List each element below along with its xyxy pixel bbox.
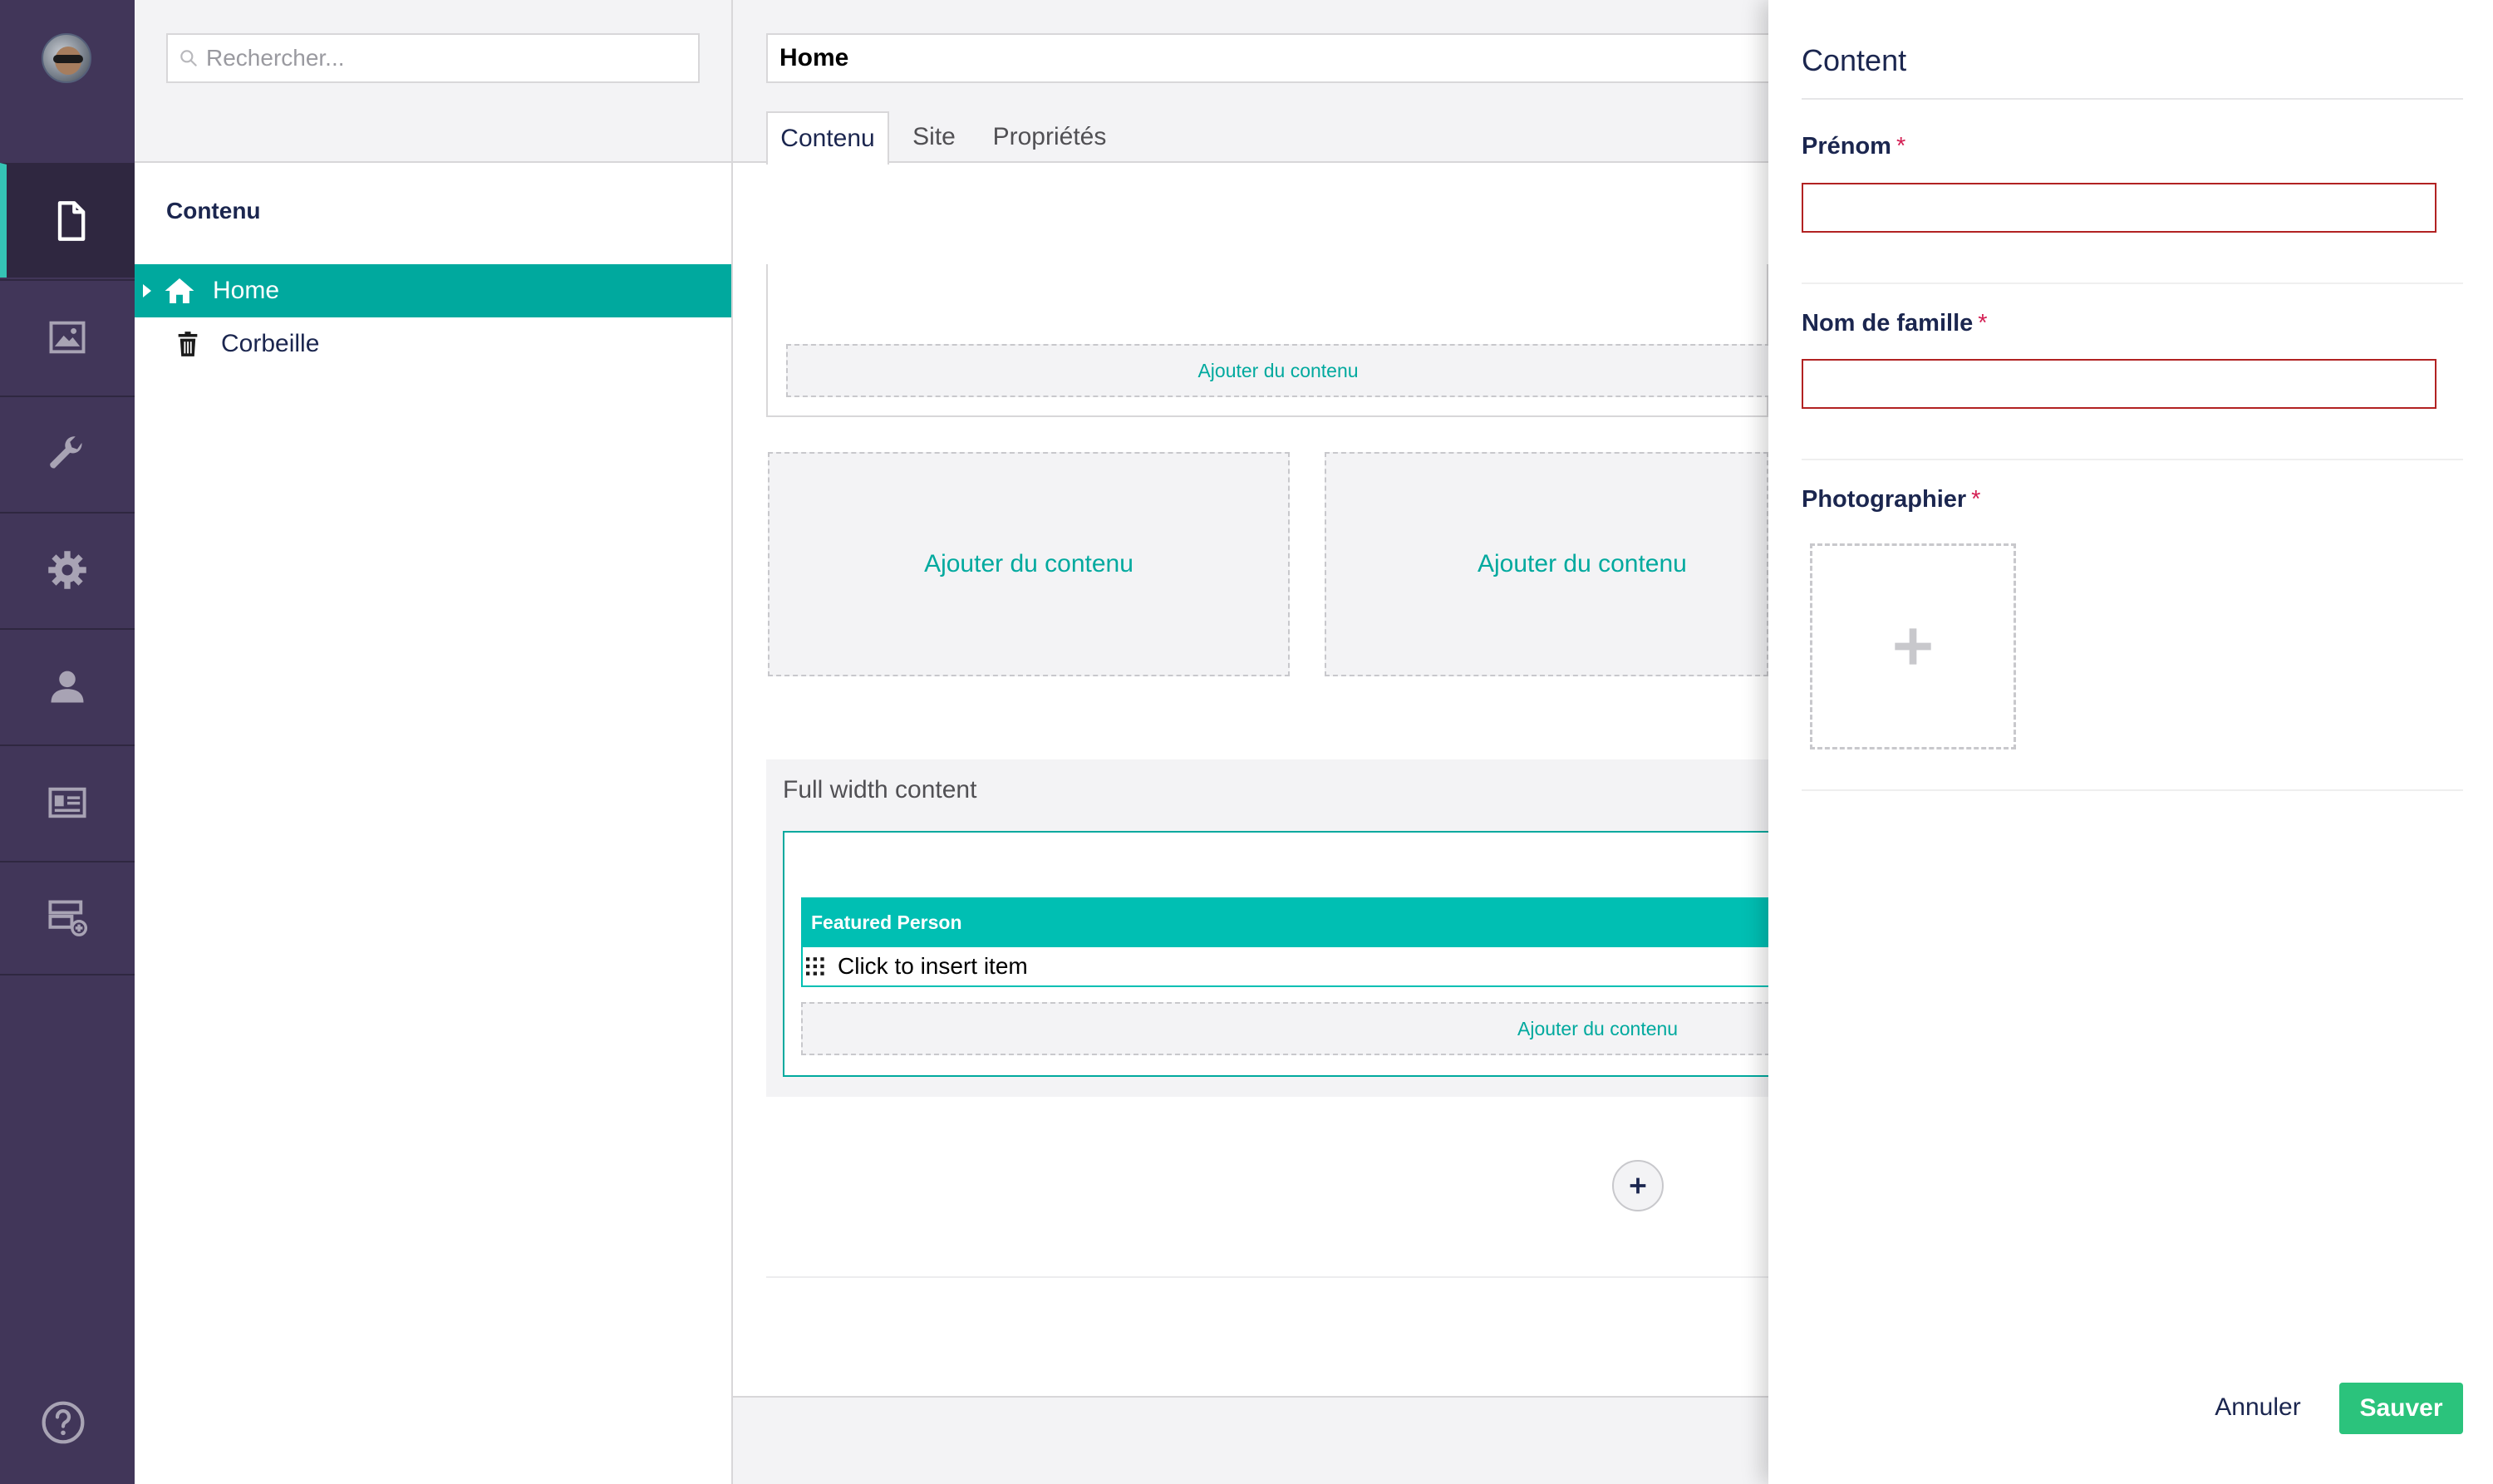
avatar-glasses — [53, 55, 83, 63]
last-name-label: Nom de famille * — [1802, 310, 1988, 337]
tab-content[interactable]: Contenu — [766, 111, 889, 165]
nav-forms-section[interactable] — [0, 861, 135, 975]
tab-properties[interactable]: Propriétés — [979, 111, 1120, 163]
first-name-field[interactable] — [1802, 183, 2436, 233]
field-divider — [1802, 283, 2463, 284]
tab-site[interactable]: Site — [899, 111, 969, 163]
tree-item-recycle-bin[interactable]: Corbeille — [135, 317, 731, 371]
featured-person-header[interactable]: Featured Person — [801, 897, 1770, 947]
insert-item-label: Click to insert item — [838, 953, 1028, 979]
nav-settings-section[interactable] — [0, 396, 135, 510]
nav-members-section[interactable] — [0, 744, 135, 859]
tree-section-title: Contenu — [166, 198, 261, 224]
insert-item-row[interactable]: Click to insert item — [801, 947, 1770, 987]
search-icon — [180, 50, 197, 66]
full-width-section: Full width content Featured Person Click… — [766, 759, 1770, 1097]
gear-icon — [48, 551, 86, 589]
id-card-icon — [48, 787, 86, 818]
image-icon — [49, 321, 86, 354]
tree-search-input[interactable] — [206, 45, 688, 71]
panel-title: Content — [1802, 43, 1907, 77]
add-content-column-right[interactable]: Ajouter du contenu — [1325, 452, 1768, 676]
full-width-section-title: Full width content — [783, 776, 977, 803]
tree-search-box[interactable] — [166, 33, 700, 83]
nav-developer-section[interactable] — [0, 512, 135, 627]
nav-media-section[interactable] — [0, 279, 135, 394]
expand-caret-icon[interactable] — [143, 284, 151, 297]
plus-icon — [1630, 1177, 1646, 1194]
document-name-input[interactable] — [766, 33, 1780, 83]
content-editor: Contenu Site Propriétés Ajouter du conte… — [733, 0, 1780, 1484]
trash-icon — [171, 327, 204, 361]
main-navigation — [0, 0, 135, 1484]
photo-label: Photographier * — [1802, 486, 1981, 513]
add-content-label: Ajouter du contenu — [1478, 550, 1687, 577]
content-edit-panel: Content Prénom * Nom de famille * Photogra… — [1768, 0, 2493, 1484]
required-marker: * — [1896, 133, 1906, 160]
cancel-button[interactable]: Annuler — [2204, 1383, 2312, 1432]
add-content-label: Ajouter du contenu — [1517, 1017, 1679, 1039]
form-add-icon — [48, 900, 88, 936]
required-marker: * — [1978, 310, 1988, 337]
grid-row-block: Ajouter du contenu — [766, 264, 1770, 417]
grid-editor-canvas: Ajouter du contenu Ajouter du contenu Aj… — [766, 264, 1770, 1280]
first-name-label: Prénom * — [1802, 133, 1906, 160]
full-width-block[interactable]: Featured Person Click to insert item Ajo… — [783, 831, 1770, 1077]
media-picker-add-button[interactable] — [1810, 543, 2016, 749]
editor-divider — [766, 1276, 1768, 1278]
plus-icon — [1895, 628, 1931, 665]
add-content-button[interactable]: Ajouter du contenu — [786, 344, 1770, 397]
home-icon — [163, 274, 196, 307]
panel-title-divider — [1802, 98, 2463, 100]
tree-item-label: Home — [213, 277, 280, 304]
editor-footer — [733, 1396, 1768, 1484]
tree-header — [135, 0, 731, 163]
save-button[interactable]: Sauver — [2339, 1383, 2463, 1434]
add-row-button[interactable] — [1612, 1160, 1664, 1211]
add-content-column-left[interactable]: Ajouter du contenu — [768, 452, 1290, 676]
tree-item-label: Corbeille — [221, 330, 320, 357]
help-icon[interactable] — [40, 1399, 86, 1446]
nav-users-section[interactable] — [0, 628, 135, 743]
user-icon — [51, 671, 84, 703]
field-divider — [1802, 459, 2463, 460]
user-avatar[interactable] — [42, 33, 91, 83]
document-icon — [57, 201, 86, 241]
field-divider — [1802, 789, 2463, 791]
add-content-label: Ajouter du contenu — [924, 550, 1133, 577]
required-marker: * — [1971, 486, 1981, 513]
featured-person-title: Featured Person — [811, 911, 962, 933]
add-content-button[interactable]: Ajouter du contenu — [801, 1002, 1770, 1055]
wrench-icon — [50, 436, 82, 469]
editor-header: Contenu Site Propriétés — [733, 0, 1780, 165]
tree-item-home[interactable]: Home — [135, 264, 731, 317]
content-tree-panel: Contenu Home Corbeille — [135, 0, 733, 1484]
add-content-label: Ajouter du contenu — [1197, 359, 1359, 381]
grid-dots-icon — [806, 957, 824, 975]
last-name-field[interactable] — [1802, 359, 2436, 409]
nav-content-section[interactable] — [0, 163, 135, 278]
